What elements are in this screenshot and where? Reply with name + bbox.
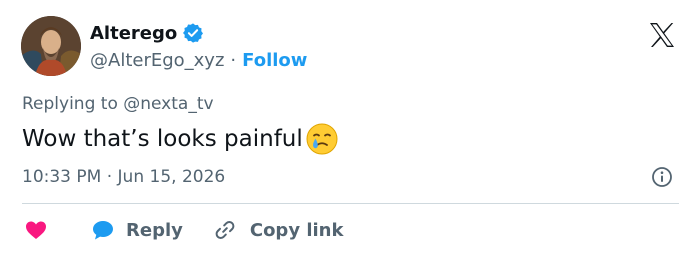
tweet-date: Jun 15, 2026 [117, 167, 226, 187]
tweet-text-content: Wow that’s looks painful [22, 126, 303, 152]
author-display-name[interactable]: Alterego [90, 23, 177, 44]
speech-bubble-icon [93, 221, 113, 240]
timestamp-separator: · [106, 167, 113, 187]
follow-button[interactable]: Follow [242, 50, 307, 71]
link-icon [215, 221, 235, 239]
x-logo-icon[interactable] [647, 20, 677, 50]
crying-face-emoji-icon [306, 123, 338, 155]
reply-button[interactable]: Reply [91, 218, 183, 242]
replying-to-prefix: Replying to [22, 94, 118, 114]
copy-link-label: Copy link [249, 219, 344, 241]
tweet-timestamp[interactable]: 10:33 PM · Jun 15, 2026 [22, 167, 225, 187]
author-name-row: Alterego [90, 21, 204, 45]
info-icon[interactable] [651, 166, 673, 188]
tweet-time: 10:33 PM [22, 167, 102, 187]
divider [22, 203, 679, 204]
author-handle[interactable]: @AlterEgo_xyz [90, 50, 224, 71]
avatar[interactable] [21, 16, 81, 76]
reply-label: Reply [126, 219, 183, 241]
verified-badge-icon [183, 23, 204, 43]
replying-to-line: Replying to @nexta_tv [22, 94, 214, 114]
tweet-text: Wow that’s looks painful [22, 122, 339, 156]
action-bar: Reply Copy link [24, 216, 343, 244]
embedded-tweet-card: Alterego @AlterEgo_xyz · Follow Replying… [0, 0, 700, 256]
author-handle-row: @AlterEgo_xyz · Follow [90, 48, 307, 72]
copy-link-button[interactable]: Copy link [213, 218, 344, 242]
replying-to-handle[interactable]: @nexta_tv [123, 94, 213, 114]
like-button[interactable] [24, 218, 48, 242]
heart-icon [26, 221, 46, 239]
handle-separator: · [230, 49, 237, 71]
